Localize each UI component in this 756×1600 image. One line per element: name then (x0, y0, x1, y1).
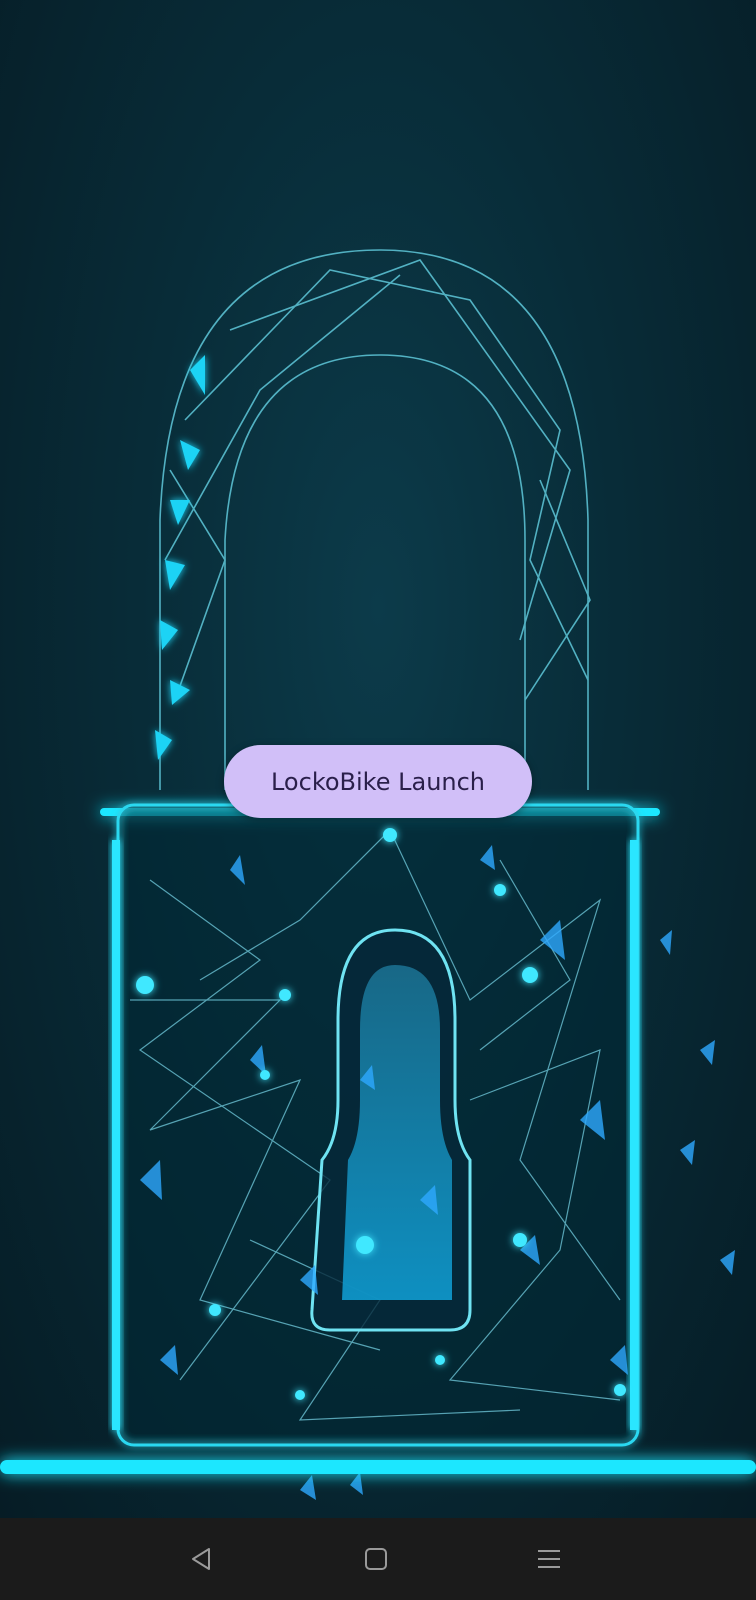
rounded-square-icon (365, 1548, 387, 1570)
system-navigation-bar (0, 1518, 756, 1600)
nav-back-button[interactable] (176, 1534, 226, 1584)
nav-home-button[interactable] (351, 1534, 401, 1584)
app-screen: LockoBike Launch (0, 0, 756, 1600)
lockobike-launch-button[interactable]: LockoBike Launch (224, 745, 532, 818)
nav-menu-button[interactable] (524, 1534, 574, 1584)
triangle-left-icon (192, 1548, 210, 1570)
three-lines-icon (538, 1550, 560, 1568)
